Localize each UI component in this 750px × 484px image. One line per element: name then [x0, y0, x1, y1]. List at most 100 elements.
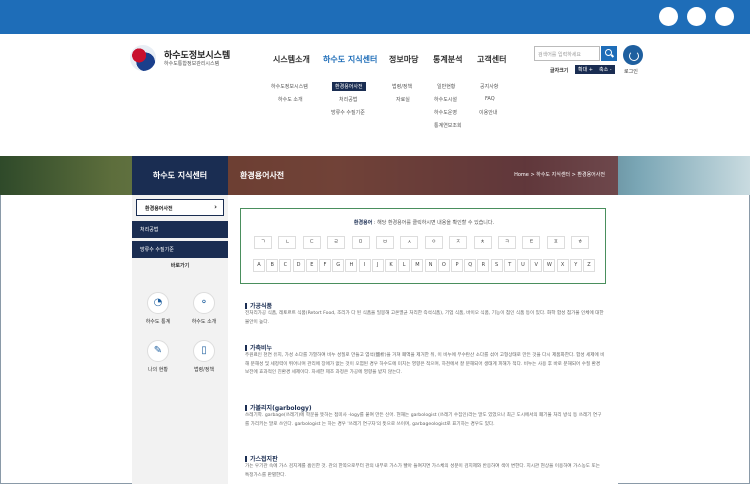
english-index-button[interactable]: E	[305, 259, 318, 272]
english-index-button[interactable]: G	[332, 259, 345, 272]
gnb-customer-center[interactable]: 고객센터	[477, 54, 506, 65]
submenu-operation[interactable]: 하수도운영	[434, 109, 457, 116]
font-up-button[interactable]: 확대 +	[575, 65, 596, 74]
english-index-button[interactable]: O	[437, 259, 450, 272]
submenu-intro[interactable]: 하수도 소개	[278, 96, 303, 103]
font-size-label: 글자크기	[550, 68, 569, 74]
english-index-button[interactable]: R	[477, 259, 490, 272]
dictionary-guide: 환경용어 : 해당 환경용어를 클릭하시면 내용을 확인할 수 있습니다.	[353, 220, 495, 226]
korean-index-button[interactable]: ㄷ	[302, 236, 321, 249]
english-index-button[interactable]: I	[358, 259, 371, 272]
left-nav-label: 환경용어사전	[145, 206, 173, 212]
english-index-button[interactable]: C	[279, 259, 292, 272]
korean-index-button[interactable]: ㅈ	[449, 236, 468, 249]
left-nav-env-dictionary[interactable]: 환경용어사전 ›	[136, 199, 224, 216]
window-button-3[interactable]	[715, 7, 734, 26]
submenu-notice[interactable]: 공지사항	[480, 83, 498, 90]
korean-index-button[interactable]: ㅂ	[376, 236, 394, 249]
left-nav-process[interactable]: 처리공법	[132, 221, 228, 238]
left-nav-effluent[interactable]: 방류수 수질기준	[132, 241, 228, 258]
submenu-facility[interactable]: 하수도시설	[434, 96, 457, 103]
english-index-button[interactable]: H	[345, 259, 358, 272]
english-index-button[interactable]: F	[319, 259, 331, 272]
korean-index-button[interactable]: ㄹ	[327, 236, 346, 249]
gnb-info[interactable]: 정보마당	[389, 54, 418, 65]
english-index-button[interactable]: K	[385, 259, 397, 272]
shortcut-stats[interactable]: ◔ 하수도 통계	[138, 292, 178, 325]
top-bar	[0, 0, 750, 34]
hero-banner: 하수도 지식센터 환경용어사전 Home > 하수도 지식센터 > 환경용어사전	[0, 156, 750, 195]
page-title: 환경용어사전	[240, 171, 285, 180]
submenu-library[interactable]: 자료실	[396, 96, 410, 103]
english-index-button[interactable]: V	[530, 259, 543, 272]
korean-index-button[interactable]: ㅇ	[424, 236, 443, 249]
font-down-button[interactable]: 축소 -	[596, 65, 615, 74]
search-input[interactable]: 검색어를 입력하세요	[534, 46, 600, 61]
term-desc: 쓰레기학. garbage(쓰레기)에 학문을 뜻하는 접미사 -logy를 붙…	[245, 413, 602, 427]
korean-index-button[interactable]: ㅋ	[498, 236, 516, 249]
section-title: 하수도 지식센터	[132, 156, 228, 195]
shortcut-label: 하수도 소개	[191, 319, 217, 325]
gnb-system-intro[interactable]: 시스템소개	[273, 54, 310, 65]
bubbles-icon: ⚬	[193, 292, 215, 314]
korean-index-button[interactable]: ㅅ	[400, 236, 419, 249]
window-button-2[interactable]	[687, 7, 706, 26]
submenu-law[interactable]: 법령/정책	[392, 83, 412, 90]
site-logo[interactable]: 하수도정보시스템 하수도통합정보관리시스템	[130, 45, 260, 71]
submenu-env-dictionary[interactable]: 환경용어사전	[332, 82, 366, 91]
english-index-button[interactable]: X	[556, 259, 569, 272]
english-index-button[interactable]: M	[411, 259, 424, 272]
term-title[interactable]: 가볼리지(garbology)	[245, 403, 312, 412]
gnb-knowledge-center[interactable]: 하수도 지식센터	[323, 54, 377, 65]
shortcut-my-status[interactable]: ✎ 나의 현황	[138, 340, 178, 373]
korean-index-button[interactable]: ㄱ	[254, 236, 272, 249]
english-index-button[interactable]: L	[398, 259, 411, 272]
search-button[interactable]	[601, 46, 617, 61]
english-index-button[interactable]: N	[424, 259, 437, 272]
shortcut-label: 법령/정책	[193, 367, 215, 373]
submenu-yearbook[interactable]: 통계연보조회	[434, 122, 462, 129]
english-index-button[interactable]: T	[503, 259, 516, 272]
submenu-faq[interactable]: FAQ	[485, 96, 495, 102]
term-desc: 전처리가공 식품, 레토르트 식품(Retort Food, 조리가 다 된 식…	[245, 311, 604, 325]
login-button[interactable]	[623, 45, 643, 65]
term-title[interactable]: 가축비누	[245, 343, 272, 352]
english-index-button[interactable]: J	[371, 259, 384, 272]
korean-index-button[interactable]: ㅎ	[571, 236, 590, 249]
term-title[interactable]: 가스접지판	[245, 454, 278, 463]
document-icon: ▯	[193, 340, 215, 362]
english-index-button[interactable]: A	[253, 259, 265, 272]
gnb-statistics[interactable]: 통계분석	[433, 54, 462, 65]
english-index-button[interactable]: Q	[464, 259, 477, 272]
korean-index-button[interactable]: ㅊ	[473, 236, 492, 249]
submenu-effluent-standard[interactable]: 방류수 수질기준	[331, 109, 365, 116]
window-button-1[interactable]	[659, 7, 678, 26]
korean-index-button[interactable]: ㅁ	[351, 236, 370, 249]
submenu-system[interactable]: 하수도정보시스템	[271, 83, 308, 90]
english-index-button[interactable]: Y	[569, 259, 582, 272]
term-title[interactable]: 가공식품	[245, 301, 272, 310]
korean-index-button[interactable]: ㅌ	[522, 236, 541, 249]
shortcut-law[interactable]: ▯ 법령/정책	[184, 340, 224, 373]
submenu-process[interactable]: 처리공법	[339, 96, 357, 103]
chart-icon: ◔	[147, 292, 169, 314]
chevron-right-icon: ›	[214, 203, 217, 211]
english-index-button[interactable]: B	[266, 259, 279, 272]
english-index-button[interactable]: S	[490, 259, 503, 272]
shortcut-label: 하수도 통계	[145, 319, 171, 325]
english-index-button[interactable]: W	[543, 259, 556, 272]
english-index-button[interactable]: P	[451, 259, 463, 272]
english-index-button[interactable]: U	[517, 259, 529, 272]
shortcut-intro[interactable]: ⚬ 하수도 소개	[184, 292, 224, 325]
breadcrumb: Home > 하수도 지식센터 > 환경용어사전	[514, 172, 605, 178]
shortcut-label: 나의 현황	[148, 367, 168, 373]
shortcut-title: 바로가기	[170, 263, 190, 269]
english-index-button[interactable]: D	[292, 259, 305, 272]
submenu-guide[interactable]: 이용안내	[479, 109, 497, 116]
korean-index-button[interactable]: ㅍ	[546, 236, 565, 249]
korean-index-button[interactable]: ㄴ	[278, 236, 297, 249]
submenu-general[interactable]: 일반현황	[437, 83, 455, 90]
english-index-button[interactable]: Z	[583, 259, 595, 272]
site-subtitle: 하수도통합정보관리시스템	[164, 61, 220, 67]
search-icon	[605, 49, 612, 56]
